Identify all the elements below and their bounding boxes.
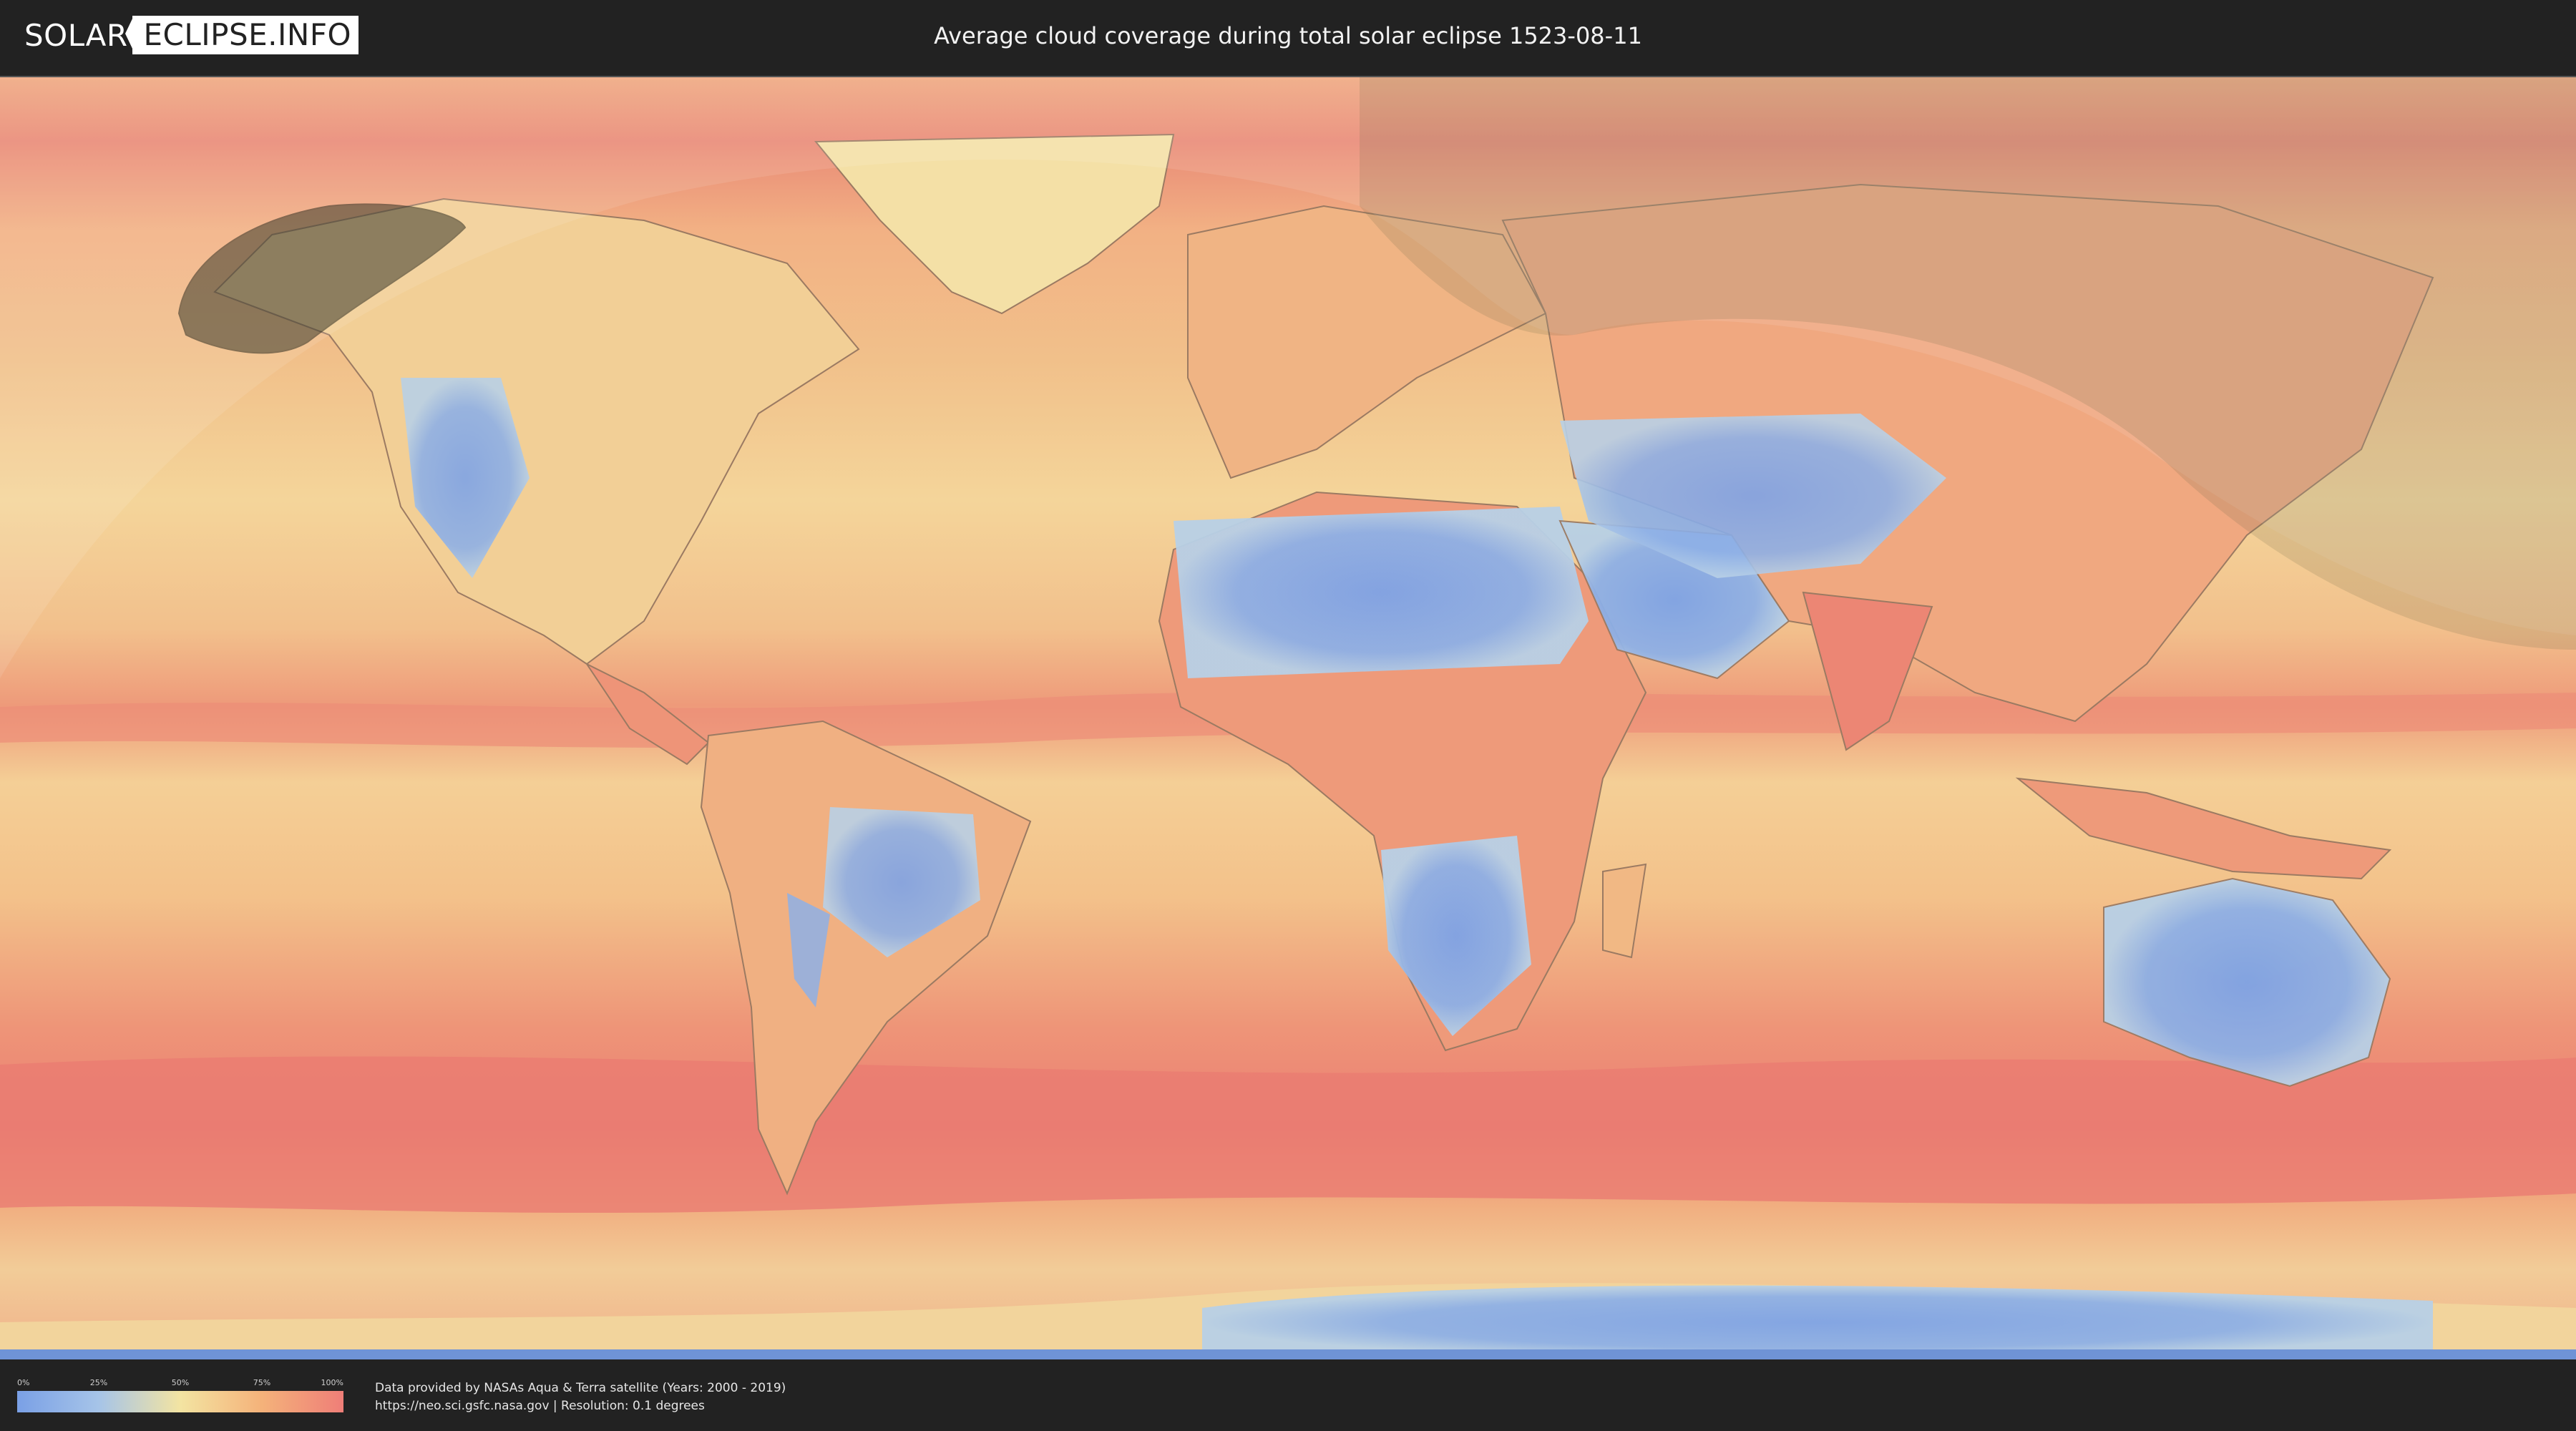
header-bar: SOLAR ECLIPSE.INFO Average cloud coverag… bbox=[0, 0, 2576, 72]
data-credits: Data provided by NASAs Aqua & Terra sate… bbox=[375, 1379, 786, 1415]
credits-line-source: Data provided by NASAs Aqua & Terra sate… bbox=[375, 1381, 786, 1395]
page-title: Average cloud coverage during total sola… bbox=[934, 22, 1642, 49]
legend-tick-75: 75% bbox=[253, 1378, 271, 1387]
sahara-clear-region bbox=[1174, 507, 1589, 678]
cloud-coverage-legend: 0% 25% 50% 75% 100% bbox=[17, 1378, 343, 1414]
legend-tick-50: 50% bbox=[171, 1378, 190, 1387]
legend-ticks: 0% 25% 50% 75% 100% bbox=[17, 1378, 343, 1390]
cloud-coverage-map[interactable] bbox=[0, 76, 2576, 1361]
legend-tick-25: 25% bbox=[89, 1378, 108, 1387]
southern-ocean-cloud-belt bbox=[0, 1056, 2576, 1213]
legend-tick-100: 100% bbox=[321, 1378, 343, 1387]
credits-line-url: https://neo.sci.gsfc.nasa.gov | Resoluti… bbox=[375, 1399, 705, 1413]
footer-bar: 0% 25% 50% 75% 100% Data provided by NAS… bbox=[0, 1359, 2576, 1431]
east-antarctica-clear-region bbox=[1202, 1285, 2433, 1359]
legend-color-scale bbox=[17, 1391, 343, 1412]
map-bottom-edge bbox=[0, 1349, 2576, 1359]
world-map-svg bbox=[0, 77, 2576, 1359]
legend-tick-0: 0% bbox=[17, 1378, 30, 1387]
